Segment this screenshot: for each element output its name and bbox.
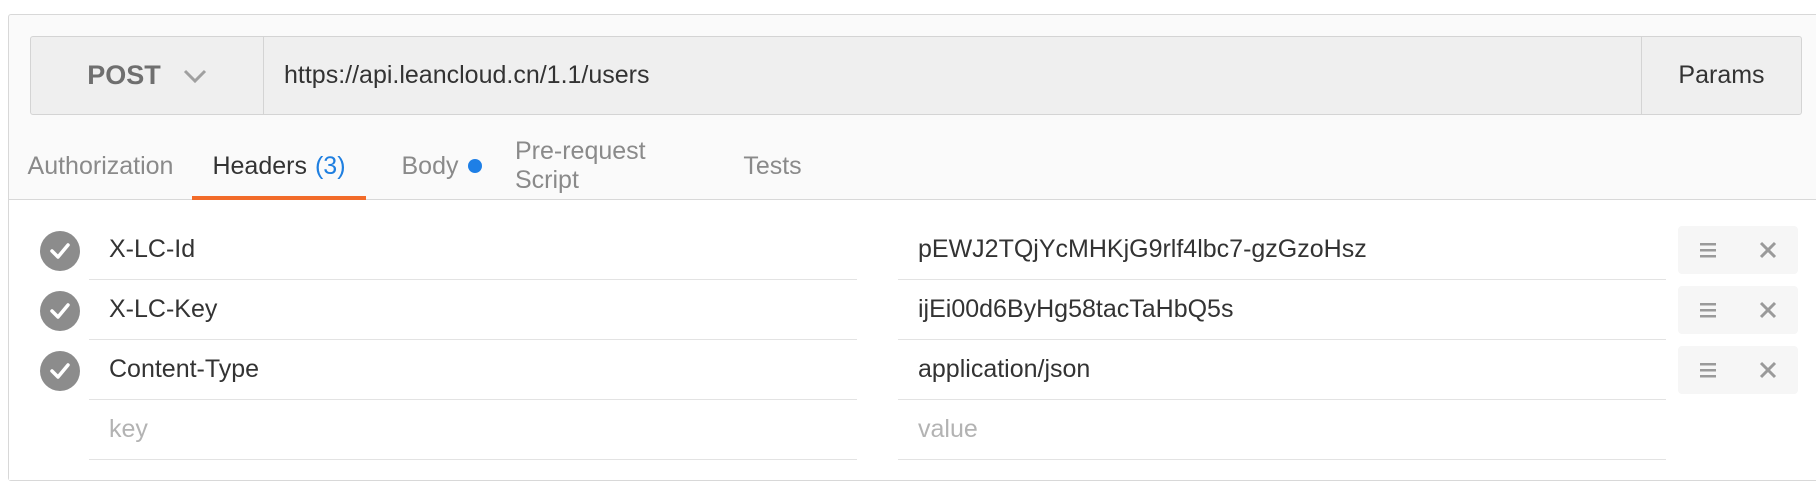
header-value-field[interactable]: application/json: [898, 340, 1666, 400]
header-row: X-LC-Key ijEi00d6ByHg58tacTaHbQ5s: [9, 280, 1816, 340]
close-icon[interactable]: [1748, 350, 1788, 390]
tab-body[interactable]: Body: [392, 132, 492, 200]
request-tabs: Authorization Headers (3) Body Pre-reque…: [9, 132, 1816, 201]
url-input[interactable]: [264, 37, 1641, 114]
modified-dot-icon: [468, 159, 483, 173]
drag-handle-icon[interactable]: [1688, 230, 1728, 270]
request-url-bar: POST Params: [30, 36, 1802, 115]
close-icon[interactable]: [1748, 230, 1788, 270]
tab-tests[interactable]: Tests: [740, 132, 805, 200]
headers-count-badge: (3): [314, 151, 346, 180]
drag-handle-icon[interactable]: [1688, 290, 1728, 330]
header-row-actions: [1678, 346, 1798, 394]
header-value-field[interactable]: pEWJ2TQjYcMHKjG9rlf4lbc7-gzGzoHsz: [898, 220, 1666, 280]
checkmark-icon: [50, 303, 70, 319]
checkmark-icon: [50, 243, 70, 259]
chevron-down-icon: [183, 69, 207, 83]
header-enabled-checkbox[interactable]: [40, 231, 80, 271]
new-header-value-input[interactable]: value: [898, 400, 1666, 460]
method-label: POST: [87, 60, 161, 90]
tab-headers[interactable]: Headers (3): [192, 132, 366, 201]
header-value-field[interactable]: ijEi00d6ByHg58tacTaHbQ5s: [898, 280, 1666, 340]
header-row: Content-Type application/json: [9, 340, 1816, 400]
header-row: X-LC-Id pEWJ2TQjYcMHKjG9rlf4lbc7-gzGzoHs…: [9, 220, 1816, 280]
header-row-actions: [1678, 286, 1798, 334]
tab-label: Body: [401, 151, 459, 180]
header-enabled-checkbox[interactable]: [40, 351, 80, 391]
checkmark-icon: [50, 363, 70, 379]
headers-editor: X-LC-Id pEWJ2TQjYcMHKjG9rlf4lbc7-gzGzoHs…: [9, 200, 1816, 480]
params-button[interactable]: Params: [1641, 37, 1801, 114]
tab-label: Headers: [212, 151, 307, 180]
tab-pre-request-script[interactable]: Pre-request Script: [515, 132, 715, 200]
params-label: Params: [1678, 61, 1765, 89]
tab-authorization[interactable]: Authorization: [9, 132, 192, 200]
new-header-key-input[interactable]: key: [89, 400, 857, 460]
header-row-actions: [1678, 226, 1798, 274]
header-key-field[interactable]: X-LC-Key: [89, 280, 857, 340]
new-header-row: key value: [9, 400, 1816, 460]
method-selector[interactable]: POST: [31, 37, 264, 114]
header-key-field[interactable]: Content-Type: [89, 340, 857, 400]
close-icon[interactable]: [1748, 290, 1788, 330]
tab-label: Authorization: [27, 151, 174, 180]
tab-label: Tests: [743, 151, 802, 180]
header-key-field[interactable]: X-LC-Id: [89, 220, 857, 280]
drag-handle-icon[interactable]: [1688, 350, 1728, 390]
header-enabled-checkbox[interactable]: [40, 291, 80, 331]
tab-label: Pre-request Script: [515, 137, 646, 194]
